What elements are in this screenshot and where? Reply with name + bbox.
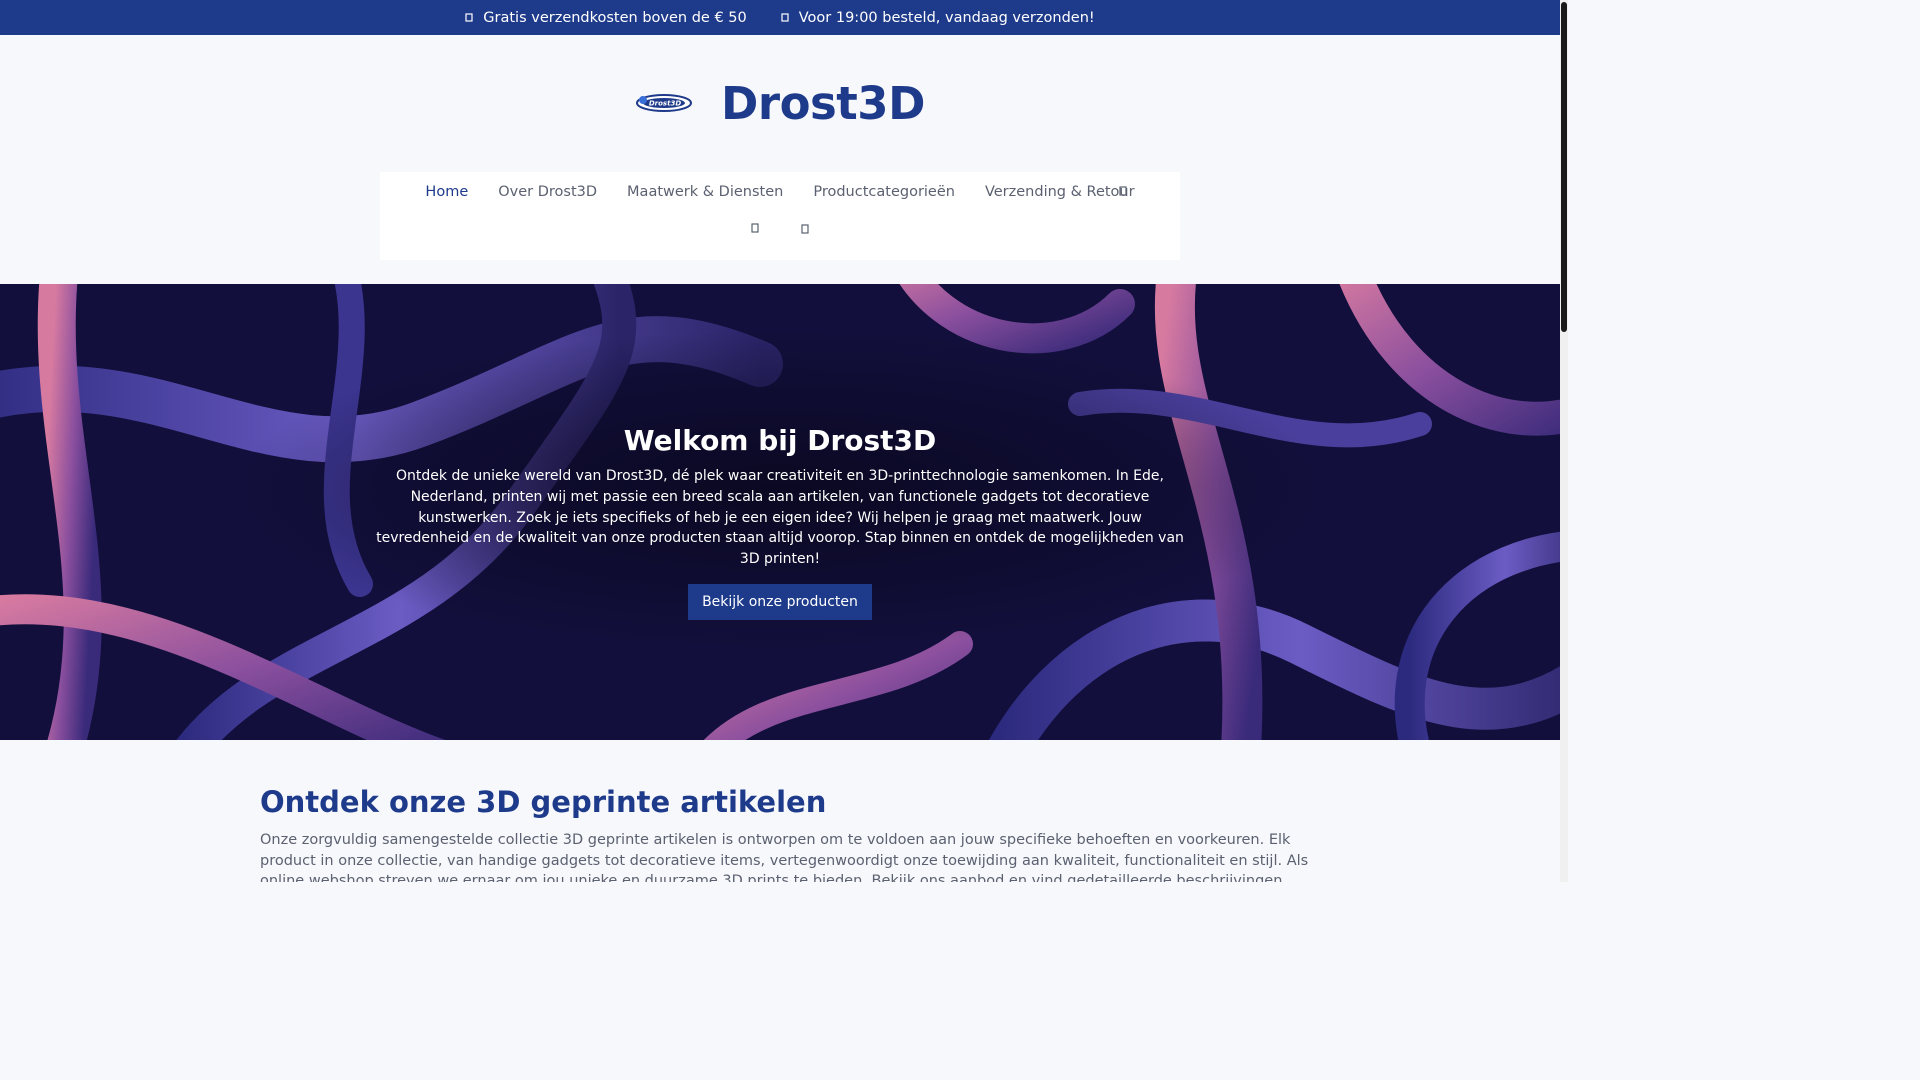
nav-menu: Home Over Drost3D Maatwerk & Diensten Pr… [380,172,1180,212]
nav-item-maatwerk-diensten[interactable]: Maatwerk & Diensten [612,184,798,200]
site-branding: Drost3D Drost3D [0,72,1560,134]
nav-item-productcategorieen[interactable]: Productcategorieën [798,184,970,200]
page-scrollbar[interactable] [1560,0,1568,882]
nav-item-over-drost3d[interactable]: Over Drost3D [483,184,612,200]
hero-content: Welkom bij Drost3D Ontdek de unieke were… [370,422,1190,620]
same-day-notice-text: Voor 19:00 besteld, vandaag verzonden! [798,9,1095,26]
nav-item-home[interactable]: Home [410,184,483,200]
clock-icon [781,13,789,22]
logo[interactable]: Drost3D [635,90,693,116]
announcement-bar: Gratis verzendkosten boven de € 50 Voor … [0,0,1560,35]
hero-title: Welkom bij Drost3D [623,424,937,457]
scrollbar-thumb[interactable] [1561,2,1567,332]
products-intro-section: Ontdek onze 3D geprinte artikelen Onze z… [260,782,1310,882]
section-title: Ontdek onze 3D geprinte artikelen [260,785,827,819]
search-icon[interactable] [750,222,760,234]
main-navigation: Home Over Drost3D Maatwerk & Diensten Pr… [380,172,1180,260]
page: Gratis verzendkosten boven de € 50 Voor … [0,0,1560,882]
shipping-notice: Gratis verzendkosten boven de € 50 [465,9,747,26]
truck-icon [465,13,473,22]
shipping-notice-text: Gratis verzendkosten boven de € 50 [483,9,747,26]
site-title[interactable]: Drost3D [721,77,925,130]
same-day-notice: Voor 19:00 besteld, vandaag verzonden! [781,10,1095,26]
hero-banner: Welkom bij Drost3D Ontdek de unieke were… [0,284,1560,740]
cart-icon[interactable] [800,223,810,235]
hero-text: Ontdek de unieke wereld van Drost3D, dé … [376,468,1184,568]
section-text: Onze zorgvuldig samengestelde collectie … [260,832,1309,882]
user-icon[interactable] [1118,185,1128,197]
logo-text: Drost3D [649,100,681,108]
view-products-button[interactable]: Bekijk onze producten [688,583,872,620]
